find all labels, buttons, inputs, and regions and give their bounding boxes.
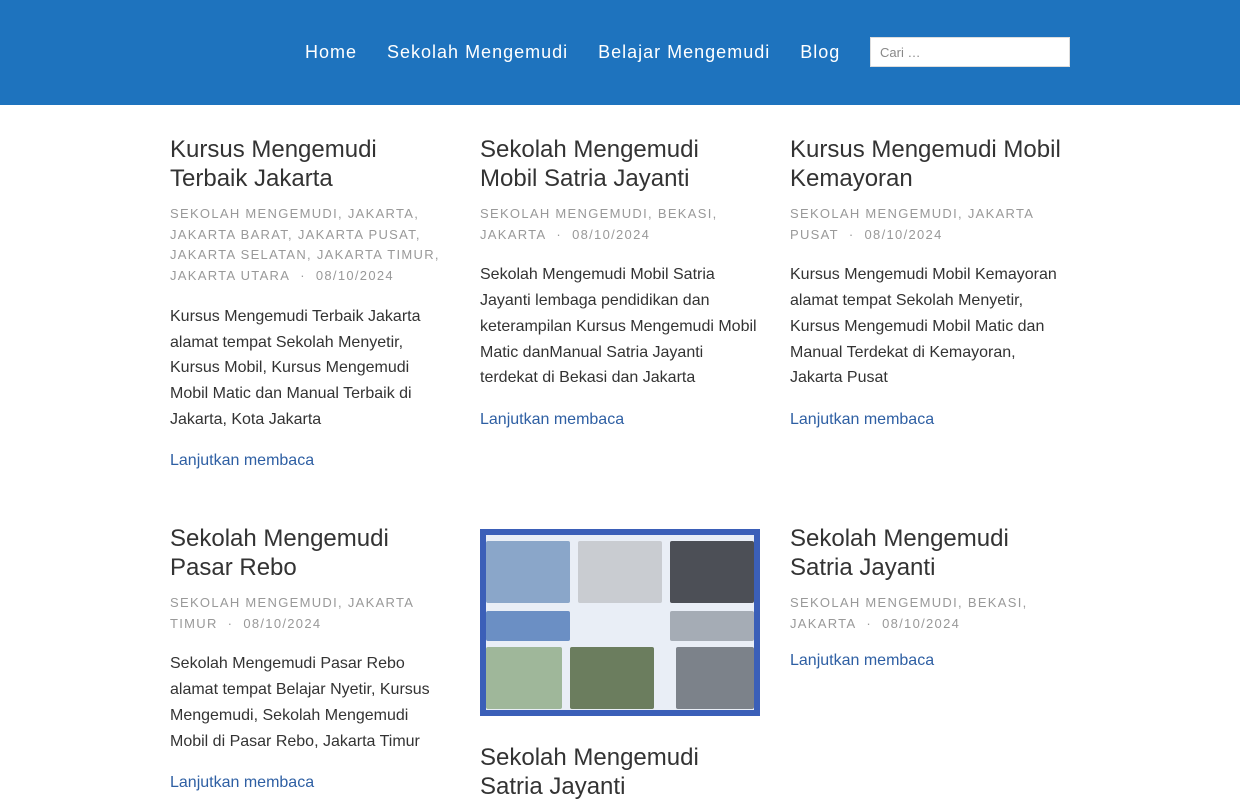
nav-home[interactable]: Home [290,41,372,63]
post-title[interactable]: Sekolah Mengemudi Mobil Satria Jayanti [480,135,760,193]
meta-separator: · [556,226,563,242]
post-title[interactable]: Sekolah Mengemudi Satria Jayanti [790,524,1070,582]
post-meta: Sekolah Mengemudi, Jakarta Timur · 08/10/2… [170,595,414,631]
category-link[interactable]: Jakarta Selatan [170,247,307,262]
post-meta: Sekolah Mengemudi, Jakarta, Jakarta Bara… [170,206,440,284]
post-meta: Sekolah Mengemudi, Bekasi, Jakarta · 08/10… [480,206,718,242]
post-excerpt: Kursus Mengemudi Terbaik Jakarta alamat … [170,307,421,428]
post-excerpt: Sekolah Mengemudi Mobil Satria Jayanti l… [480,266,757,387]
read-more-link[interactable]: Lanjutkan membaca [170,773,450,793]
category-link[interactable]: Sekolah Mengemudi [170,206,338,221]
nav-blog[interactable]: Blog [785,41,855,63]
category-link[interactable]: Jakarta Utara [170,268,290,283]
post-title[interactable]: Kursus Mengemudi Mobil Kemayoran [790,135,1070,193]
category-link[interactable]: Jakarta Timur [317,247,435,262]
read-more-link[interactable]: Lanjutkan membaca [170,451,450,471]
nav-sekolah-mengemudi[interactable]: Sekolah Mengemudi [372,41,583,63]
category-link[interactable]: Jakarta Pusat [298,227,416,242]
post-card: Sekolah Mengemudi Satria Jayanti [480,529,760,801]
category-link[interactable]: Bekasi [658,206,713,221]
post-card: Kursus Mengemudi Terbaik Jakarta Sekolah… [170,135,450,471]
meta-separator: · [848,226,855,242]
post-date[interactable]: 08/10/2024 [572,227,650,242]
thumbnail-frame [480,529,760,716]
category-link[interactable]: Jakarta [348,206,414,221]
search-input[interactable] [870,37,1070,67]
post-date[interactable]: 08/10/2024 [243,616,321,631]
post-date[interactable]: 08/10/2024 [865,227,943,242]
category-link[interactable]: Sekolah Mengemudi [170,595,338,610]
post-date[interactable]: 08/10/2024 [882,616,960,631]
post-title[interactable]: Sekolah Mengemudi Satria Jayanti [480,743,760,801]
post-card: Sekolah Mengemudi Satria Jayanti Sekolah… [790,524,1070,671]
category-link[interactable]: Sekolah Mengemudi [480,206,648,221]
read-more-link[interactable]: Lanjutkan membaca [790,651,1070,671]
post-date[interactable]: 08/10/2024 [316,268,394,283]
post-meta: Sekolah Mengemudi, Bekasi, Jakarta · 08/10… [790,595,1028,631]
category-link[interactable]: Sekolah Mengemudi [790,595,958,610]
category-link[interactable]: Bekasi [968,595,1023,610]
post-card: Sekolah Mengemudi Mobil Satria Jayanti S… [480,135,760,430]
post-card: Sekolah Mengemudi Pasar Rebo Sekolah Men… [170,524,450,793]
read-more-link[interactable]: Lanjutkan membaca [480,410,760,430]
site-header: Home Sekolah Mengemudi Belajar Mengemudi… [0,0,1240,105]
post-excerpt: Kursus Mengemudi Mobil Kemayoran alamat … [790,266,1057,387]
post-card: Kursus Mengemudi Mobil Kemayoran Sekolah… [790,135,1070,430]
post-title[interactable]: Sekolah Mengemudi Pasar Rebo [170,524,450,582]
main-nav: Home Sekolah Mengemudi Belajar Mengemudi… [290,41,855,63]
post-title[interactable]: Kursus Mengemudi Terbaik Jakarta [170,135,450,193]
category-link[interactable]: Jakarta Barat [170,227,288,242]
meta-separator: · [227,615,234,631]
post-thumbnail[interactable] [480,529,760,716]
category-link[interactable]: Jakarta [790,616,856,631]
post-excerpt: Sekolah Mengemudi Pasar Rebo alamat temp… [170,655,430,750]
meta-separator: · [866,615,873,631]
nav-belajar-mengemudi[interactable]: Belajar Mengemudi [583,41,785,63]
read-more-link[interactable]: Lanjutkan membaca [790,410,1070,430]
category-link[interactable]: Sekolah Mengemudi [790,206,958,221]
category-link[interactable]: Jakarta [480,227,546,242]
meta-separator: · [300,268,306,284]
post-meta: Sekolah Mengemudi, Jakarta Pusat · 08/10/2… [790,206,1034,242]
